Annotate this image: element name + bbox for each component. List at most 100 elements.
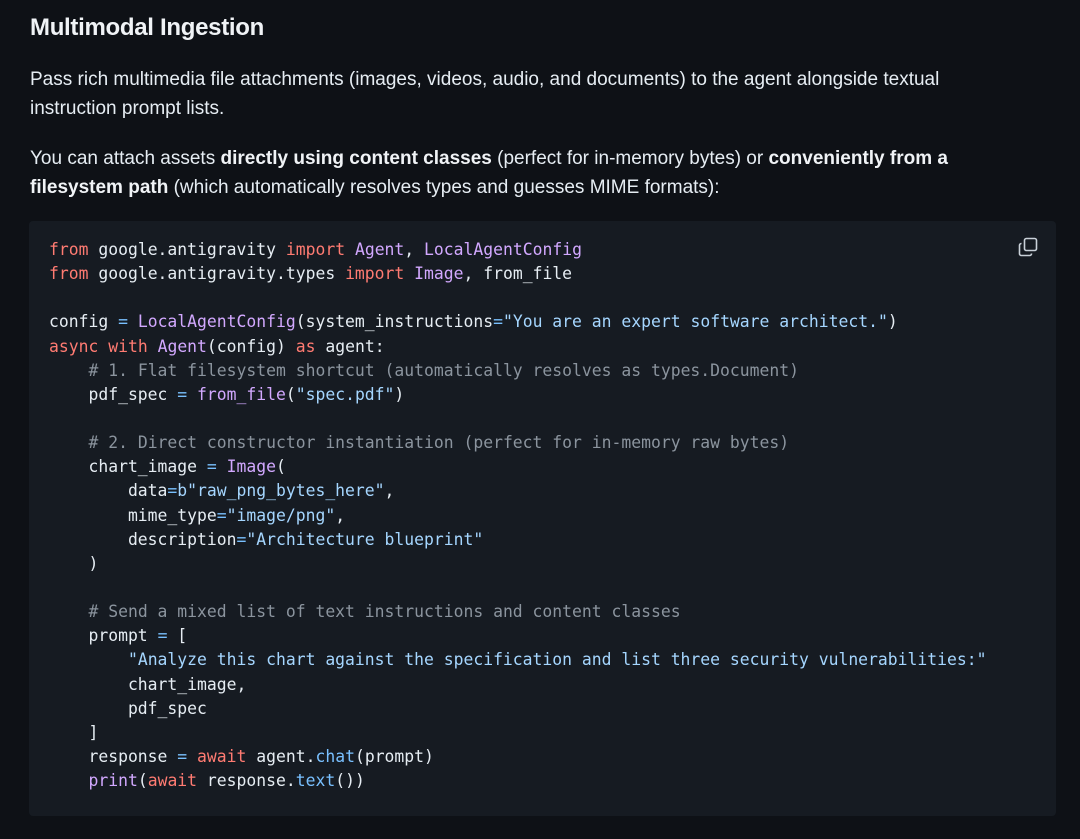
code-line: pdf_spec (49, 697, 1036, 721)
code-token: = (177, 746, 188, 766)
code-token: "image/png" (226, 505, 336, 525)
code-token: , (335, 505, 346, 525)
code-token: # 2. Direct constructor instantiation (p… (88, 433, 790, 453)
code-token: Image (226, 457, 276, 477)
code-line: data=b"raw_png_bytes_here", (49, 479, 1036, 503)
code-token: , (384, 481, 395, 501)
code-token: print (88, 771, 138, 791)
code-token: await (197, 746, 247, 766)
code-token: google.antigravity (88, 240, 286, 259)
code-token: chart_image, (49, 674, 247, 694)
code-token: LocalAgentConfig (137, 312, 296, 332)
code-token: prompt (49, 626, 158, 646)
code-token: = (216, 505, 227, 525)
code-token: chart_image (49, 457, 207, 477)
code-token: Agent (157, 336, 207, 356)
copy-icon (1018, 237, 1038, 257)
code-token: mime_type (49, 505, 217, 525)
code-token: data (49, 481, 168, 501)
code-line: from google.antigravity import Agent, Lo… (49, 238, 1036, 262)
code-token: LocalAgentConfig (424, 240, 582, 259)
code-token: import (345, 264, 405, 284)
code-line: response = await agent.chat(prompt) (49, 745, 1036, 769)
code-token: config (49, 312, 119, 332)
code-line: chart_image, (49, 673, 1036, 697)
code-line: from google.antigravity.types import Ima… (49, 262, 1036, 286)
code-token: (config) (206, 336, 296, 356)
code-token: = (167, 481, 178, 501)
code-token: import (285, 240, 346, 259)
code-line: ] (49, 721, 1036, 745)
para-text-2: (perfect for in-memory bytes) or (491, 148, 769, 169)
code-token: response (49, 746, 178, 766)
code-token: ()) (335, 771, 365, 791)
code-token: from (49, 264, 89, 284)
code-token: response. (197, 771, 296, 791)
code-line: pdf_spec = from_file("spec.pdf") (49, 383, 1036, 407)
para-text-1: You can attach assets (30, 148, 221, 169)
code-token: # 1. Flat filesystem shortcut (automatic… (88, 360, 799, 380)
page: Multimodal Ingestion Pass rich multimedi… (0, 0, 1080, 839)
code-token: "You are an expert software architect." (502, 312, 888, 332)
code-token: agent. (246, 746, 316, 766)
code-token: ] (49, 722, 99, 742)
code-line: ) (49, 552, 1036, 576)
section-title: Multimodal Ingestion (30, 14, 264, 41)
code-token: = (206, 457, 217, 477)
code-token: = (157, 626, 168, 646)
code-token: ( (285, 384, 296, 404)
code-block: from google.antigravity import Agent, Lo… (29, 221, 1056, 816)
code-line: print(await response.text()) (49, 769, 1036, 793)
code-token: ( (275, 457, 286, 477)
code-line: # 2. Direct constructor instantiation (p… (49, 431, 1036, 455)
code-token: await (147, 771, 198, 791)
code-token: text (295, 771, 336, 791)
code-token: "spec.pdf" (295, 384, 395, 404)
code-line: # 1. Flat filesystem shortcut (automatic… (49, 359, 1036, 383)
code-token: from (49, 240, 89, 259)
code-token: = (493, 312, 503, 332)
code-line: async with Agent(config) as agent: (49, 335, 1036, 359)
code-token: agent: (315, 336, 385, 356)
code-token: from_file (197, 384, 286, 404)
code-line: prompt = [ (49, 624, 1036, 648)
code-token: = (236, 529, 247, 549)
code-token: ) (887, 312, 898, 332)
code-line: chart_image = Image( (49, 455, 1036, 479)
code-token: ) (49, 553, 99, 573)
code-line: description="Architecture blueprint" (49, 528, 1036, 552)
code-token: async (49, 336, 99, 356)
code-line: # Send a mixed list of text instructions… (49, 600, 1036, 624)
code-token: (prompt) (354, 746, 434, 766)
code-token: Agent (354, 240, 405, 259)
code-token: "Architecture blueprint" (246, 529, 484, 549)
code-token: as (295, 336, 316, 356)
code-token: # Send a mixed list of text instructions… (88, 602, 681, 622)
code-token: pdf_spec (49, 698, 207, 718)
code-token: = (177, 384, 188, 404)
code-token: Image (414, 264, 464, 284)
code-token: google.antigravity.types (88, 264, 346, 284)
code-line: "Analyze this chart against the specific… (49, 648, 1036, 672)
para-text-3: (which automatically resolves types and … (168, 177, 720, 198)
code-token: [ (167, 626, 188, 646)
description-paragraph: Pass rich multimedia file attachments (i… (30, 69, 940, 119)
code-token: b"raw_png_bytes_here" (177, 481, 385, 501)
copy-button[interactable] (1016, 235, 1040, 259)
code-token: (system_instructions (295, 312, 494, 332)
code-token: , from_file (463, 264, 573, 284)
code-content: from google.antigravity import Agent, Lo… (49, 238, 1036, 793)
